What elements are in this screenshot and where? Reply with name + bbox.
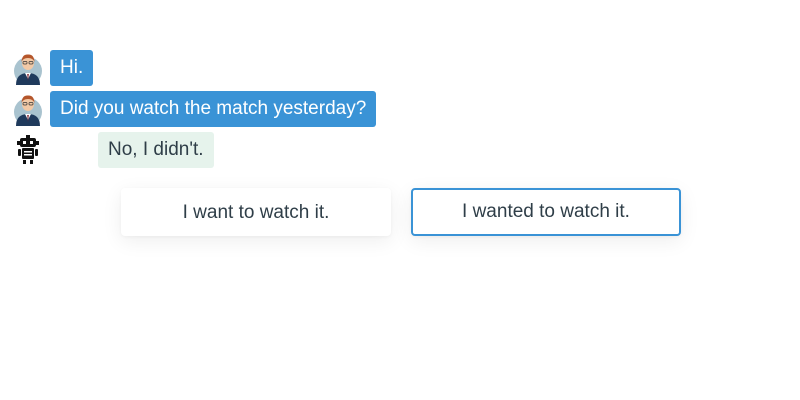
man-avatar-icon — [14, 54, 42, 85]
user-message-bubble: Hi. — [50, 50, 94, 86]
robot-icon — [17, 135, 39, 164]
bot-message-row: No, I didn't. — [14, 132, 214, 168]
reply-option-button[interactable]: I want to watch it. — [121, 188, 391, 236]
man-avatar-icon — [14, 95, 42, 126]
user-message-row: Did you watch the match yesterday? — [14, 91, 377, 127]
user-message-row: Hi. — [14, 50, 94, 86]
user-message-bubble: Did you watch the match yesterday? — [50, 91, 377, 127]
reply-option-button-selected[interactable]: I wanted to watch it. — [411, 188, 681, 236]
bot-message-bubble: No, I didn't. — [98, 132, 214, 168]
